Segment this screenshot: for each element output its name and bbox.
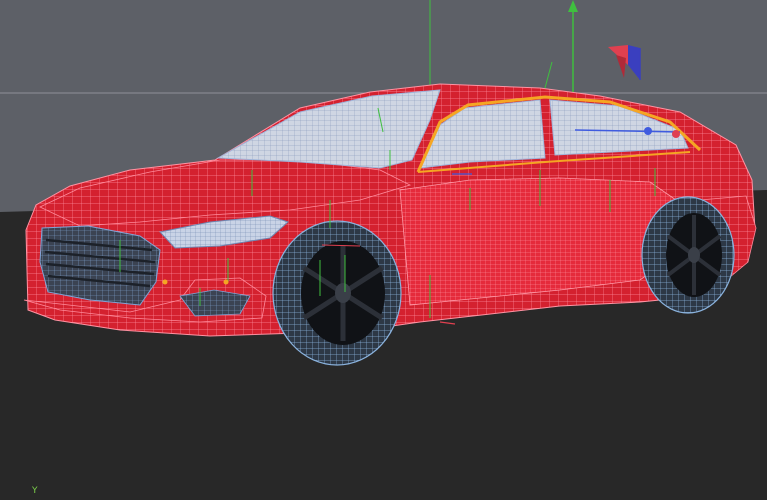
3d-viewport[interactable]: Y [0,0,767,500]
viewport-canvas[interactable] [0,0,767,500]
rear-wheel[interactable] [641,196,735,314]
axis-label-y: Y [32,486,38,496]
front-wheel[interactable] [272,220,402,366]
